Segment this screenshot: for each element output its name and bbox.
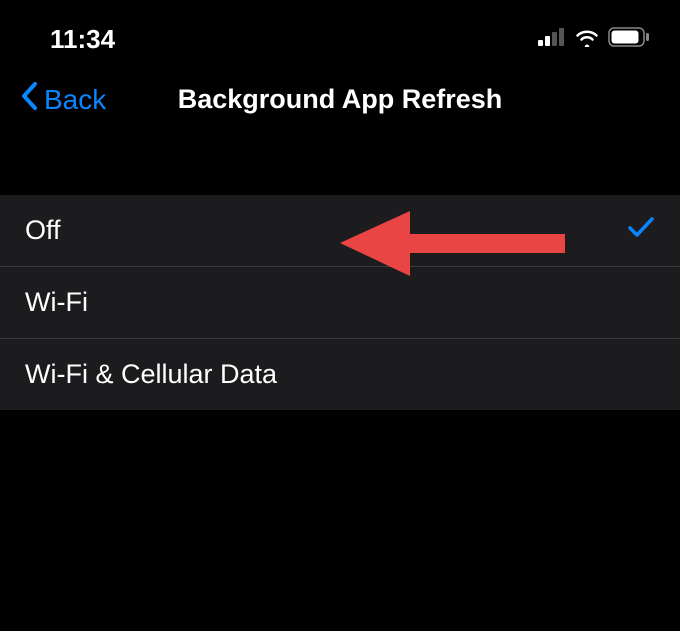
checkmark-icon xyxy=(627,215,655,246)
wifi-icon xyxy=(574,27,600,52)
option-wifi-cellular[interactable]: Wi-Fi & Cellular Data xyxy=(0,339,680,410)
chevron-left-icon xyxy=(18,80,40,119)
nav-bar: Back Background App Refresh xyxy=(0,60,680,147)
cellular-signal-icon xyxy=(538,28,566,51)
battery-icon xyxy=(608,27,650,52)
option-wifi[interactable]: Wi-Fi xyxy=(0,267,680,339)
option-label: Wi-Fi & Cellular Data xyxy=(25,359,277,390)
back-button[interactable]: Back xyxy=(18,80,106,119)
status-icons xyxy=(538,27,650,52)
status-bar: 11:34 xyxy=(0,0,680,60)
status-time: 11:34 xyxy=(50,24,115,55)
option-label: Wi-Fi xyxy=(25,287,88,318)
section-spacer xyxy=(0,147,680,195)
option-label: Off xyxy=(25,215,61,246)
back-label: Back xyxy=(44,84,106,116)
option-off[interactable]: Off xyxy=(0,195,680,267)
options-list: Off Wi-Fi Wi-Fi & Cellular Data xyxy=(0,195,680,410)
